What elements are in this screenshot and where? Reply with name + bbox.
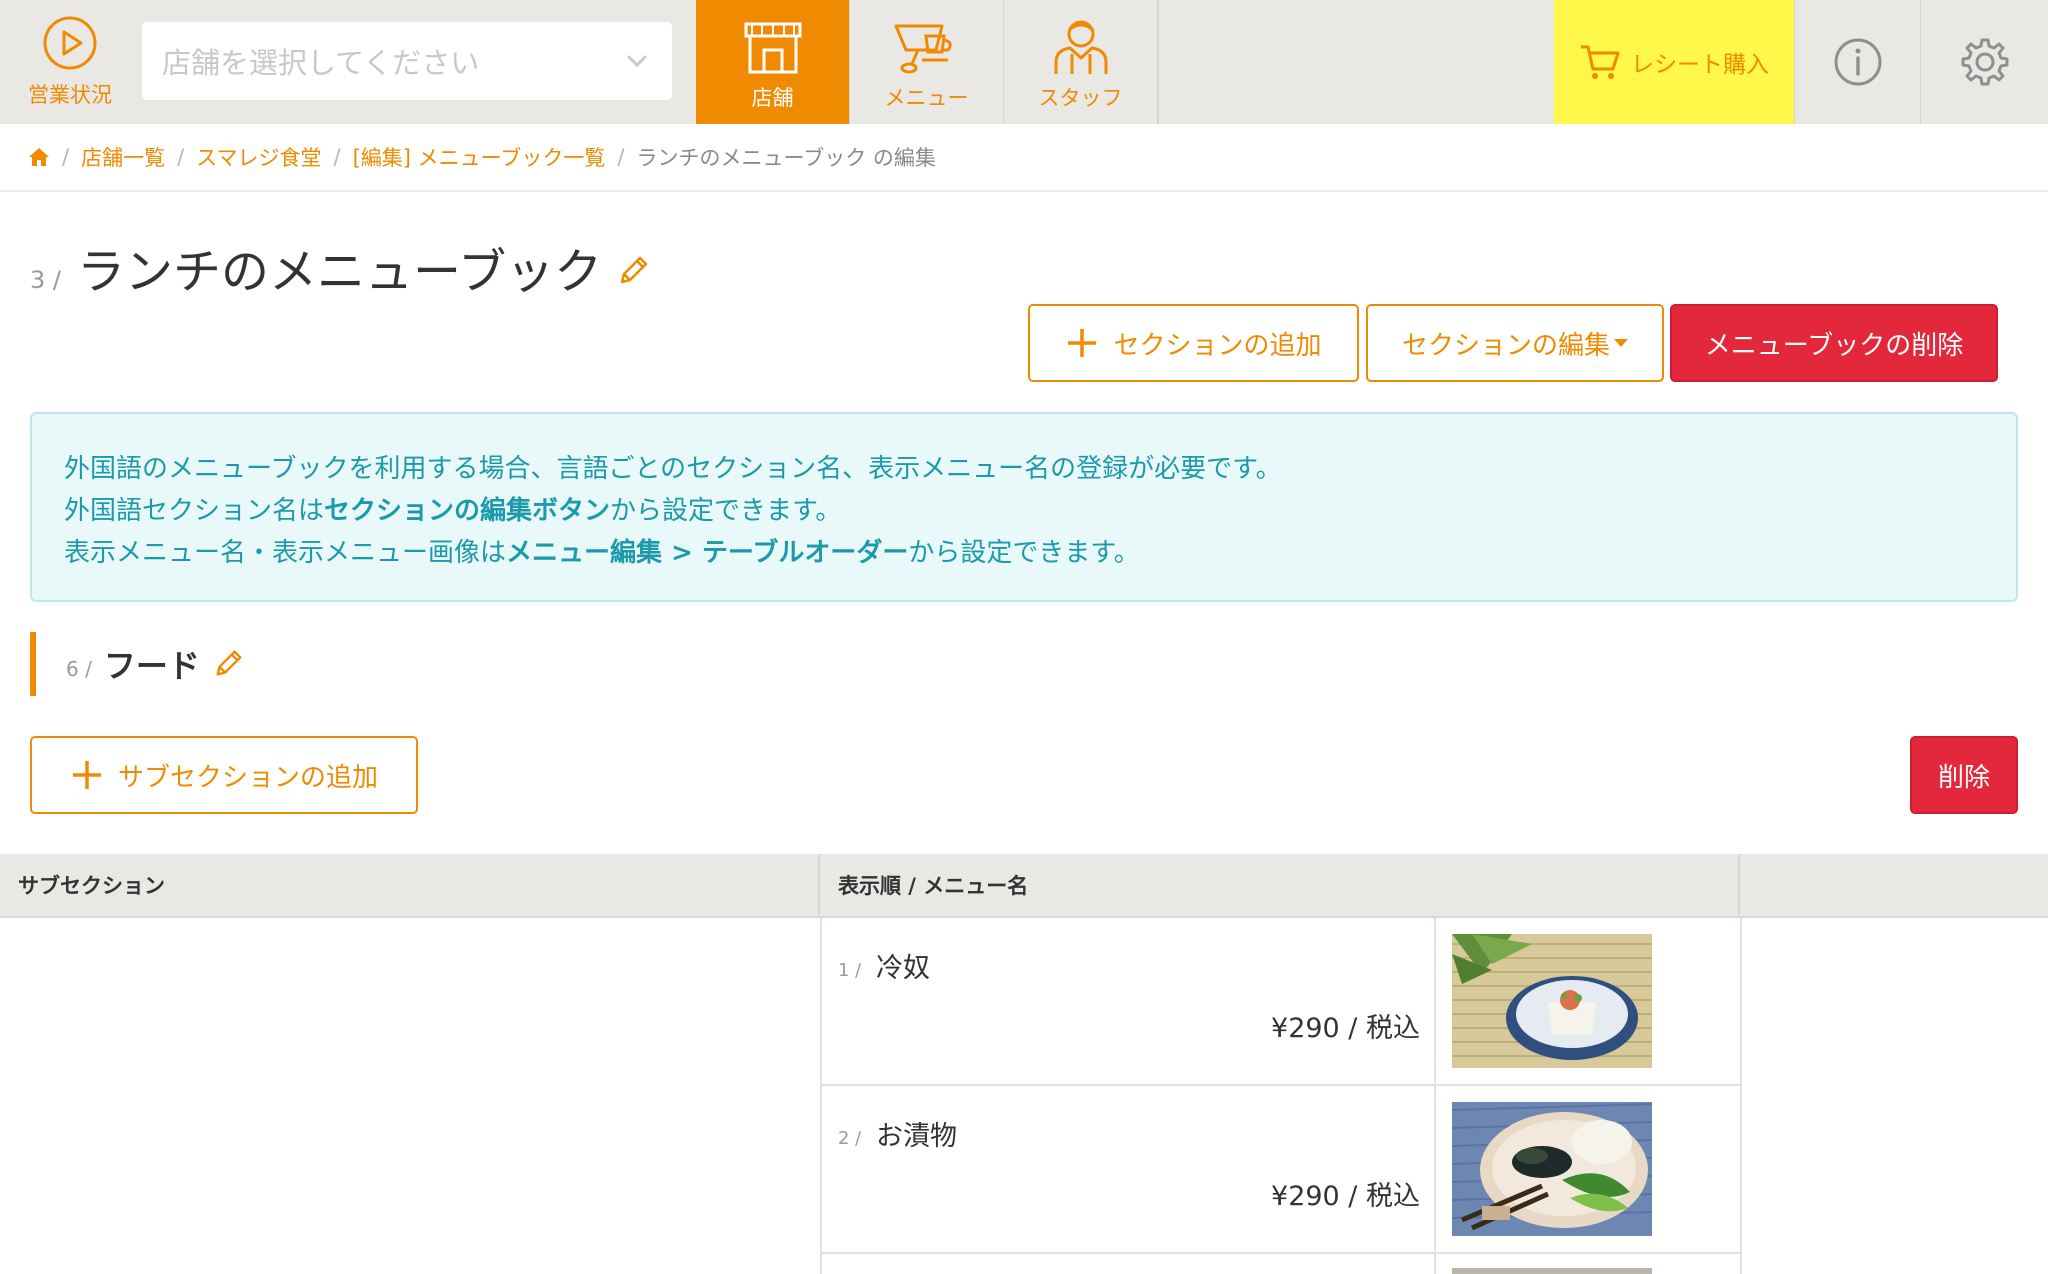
menu-price: ¥290 / 税込 <box>1271 1013 1420 1044</box>
caret-down-icon <box>1614 339 1628 347</box>
home-icon[interactable] <box>28 146 50 168</box>
menu-order: 1 / <box>838 960 862 981</box>
settings-button[interactable] <box>1920 0 2048 124</box>
business-status-button[interactable]: 営業状況 <box>0 0 140 124</box>
nav-spacer <box>1158 0 1554 124</box>
table-row[interactable]: 1 / 冷奴 ¥290 / 税込 <box>820 918 1740 1086</box>
menu-name: 冷奴 <box>876 953 930 984</box>
cup-icon <box>894 24 952 74</box>
page-title-text: ランチのメニューブック <box>76 244 603 300</box>
info-line-2-post: から設定できます。 <box>610 496 842 526</box>
hiyayakko-photo <box>1452 934 1652 1068</box>
pencil-icon[interactable] <box>616 254 650 288</box>
tab-staff-label: スタッフ <box>1038 86 1123 110</box>
breadcrumb-separator: / <box>617 145 625 169</box>
pencil-icon[interactable] <box>212 648 244 680</box>
info-line-1: 外国語のメニューブックを利用する場合、言語ごとのセクション名、表示メニュー名の登… <box>64 454 1282 484</box>
menu-name: お漬物 <box>876 1121 957 1152</box>
tab-menu[interactable]: メニュー <box>850 0 1004 124</box>
add-subsection-label: サブセクションの追加 <box>117 762 378 793</box>
info-line-2: 外国語セクション名はセクションの編集ボタンから設定できます。 <box>64 490 1984 532</box>
table-body: 1 / 冷奴 ¥290 / 税込 2 / お漬物 ¥290 / 税込 <box>0 918 2048 1274</box>
info-alert: 外国語のメニューブックを利用する場合、言語ごとのセクション名、表示メニュー名の登… <box>30 412 2018 602</box>
table-row-partial <box>820 1254 1740 1274</box>
delete-section-button[interactable]: 削除 <box>1910 736 2018 814</box>
breadcrumb-menubook-list[interactable]: [編集] メニューブック一覧 <box>353 142 606 172</box>
table-row[interactable]: 2 / お漬物 ¥290 / 税込 <box>820 1086 1740 1254</box>
tab-staff[interactable]: スタッフ <box>1004 0 1158 124</box>
plus-icon <box>1068 329 1097 357</box>
breadcrumb-store-list[interactable]: 店舗一覧 <box>81 142 165 172</box>
breadcrumb: / 店舗一覧 / スマレジ食堂 / [編集] メニューブック一覧 / ランチのメ… <box>28 140 936 174</box>
info-icon <box>1834 38 1881 86</box>
info-button[interactable] <box>1794 0 1920 124</box>
cart-icon <box>1581 45 1620 79</box>
tab-store[interactable]: 店舗 <box>696 0 850 124</box>
info-line-3: 表示メニュー名・表示メニュー画像はメニュー編集 > テーブルオーダーから設定でき… <box>64 532 1984 574</box>
delete-section-label: 削除 <box>1937 762 1990 793</box>
info-line-2-bold: セクションの編集ボタン <box>324 496 611 526</box>
info-line-3-pre: 表示メニュー名・表示メニュー画像は <box>64 538 507 568</box>
breadcrumb-store[interactable]: スマレジ食堂 <box>196 142 321 172</box>
top-navigation: 営業状況 店舗を選択してください 店舗 メニュー スタッフ レシート購入 <box>0 0 2048 124</box>
column-header-subsection: サブセクション <box>0 854 820 916</box>
breadcrumb-separator: / <box>333 145 341 169</box>
breadcrumb-divider <box>0 190 2048 192</box>
gear-icon <box>1961 38 2008 86</box>
column-divider <box>1740 918 1742 1274</box>
menu-order: 2 / <box>838 1128 862 1149</box>
store-select[interactable]: 店舗を選択してください <box>142 22 672 100</box>
edit-section-dropdown[interactable]: セクションの編集 <box>1366 304 1664 382</box>
tsukemono-photo <box>1452 1102 1652 1236</box>
receipt-purchase-button[interactable]: レシート購入 <box>1554 0 1794 124</box>
cell-divider <box>1434 918 1436 1086</box>
breadcrumb-separator: / <box>62 145 70 169</box>
add-subsection-button[interactable]: サブセクションの追加 <box>30 736 418 814</box>
delete-menubook-button[interactable]: メニューブックの削除 <box>1670 304 1998 382</box>
tab-menu-label: メニュー <box>884 86 969 110</box>
info-line-3-post: から設定できます。 <box>908 538 1140 568</box>
table-header: サブセクション 表示順 / メニュー名 <box>0 854 2048 918</box>
receipt-purchase-label: レシート購入 <box>1631 52 1769 78</box>
section-title: フード <box>103 647 200 685</box>
edit-section-label: セクションの編集 <box>1401 330 1610 361</box>
business-status-label: 営業状況 <box>28 83 112 107</box>
play-circle-icon <box>43 16 97 70</box>
tab-store-label: 店舗 <box>751 86 794 110</box>
info-line-3-bold: メニュー編集 > テーブルオーダー <box>506 538 909 568</box>
breadcrumb-current: ランチのメニューブック の編集 <box>636 146 936 170</box>
delete-menubook-label: メニューブックの削除 <box>1704 330 1964 361</box>
store-select-placeholder: 店舗を選択してください <box>162 46 480 80</box>
section-number: 6 / <box>66 657 92 681</box>
info-line-2-pre: 外国語セクション名は <box>64 496 325 526</box>
menu-price: ¥290 / 税込 <box>1271 1181 1420 1212</box>
add-section-button[interactable]: セクションの追加 <box>1028 304 1359 382</box>
section-header: 6 / フード <box>30 632 244 696</box>
page-title: 3 / ランチのメニューブック <box>30 232 650 302</box>
store-icon <box>744 22 801 74</box>
staff-icon <box>1054 20 1107 74</box>
breadcrumb-separator: / <box>177 145 185 169</box>
chevron-down-icon <box>627 55 647 68</box>
menu-photo-partial <box>1452 1268 1652 1274</box>
column-header-menu: 表示順 / メニュー名 <box>820 854 1740 916</box>
cell-divider <box>1434 1086 1436 1254</box>
cell-divider <box>1434 1254 1436 1274</box>
page-title-number: 3 / <box>30 266 61 294</box>
add-section-label: セクションの追加 <box>1113 330 1322 361</box>
plus-icon <box>72 761 101 789</box>
